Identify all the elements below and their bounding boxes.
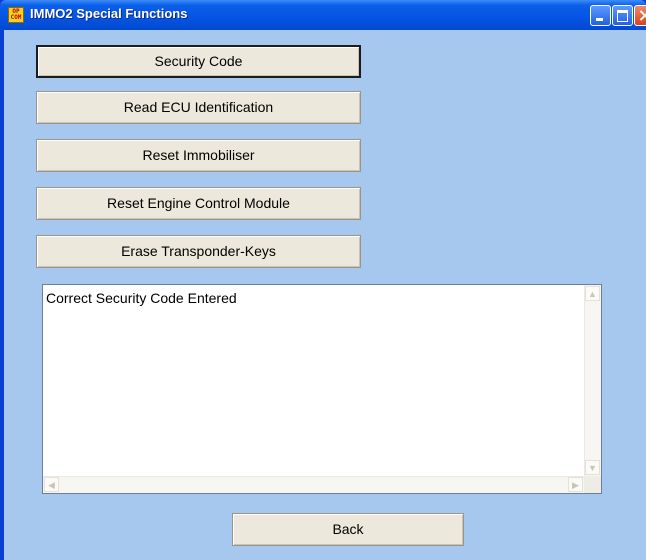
scroll-down-arrow-icon[interactable]: ▼	[585, 460, 600, 475]
scroll-up-arrow-icon[interactable]: ▲	[585, 286, 600, 301]
erase-transponder-keys-button[interactable]: Erase Transponder-Keys	[36, 235, 361, 268]
output-text: Correct Security Code Entered	[46, 290, 237, 306]
client-area: Security Code Read ECU Identification Re…	[4, 30, 646, 560]
output-textbox[interactable]: Correct Security Code Entered ▲ ▼ ◀ ▶	[42, 284, 602, 494]
opcom-app-icon: OP COM	[8, 7, 24, 23]
app-icon-text-bottom: COM	[10, 14, 22, 21]
reset-immobiliser-button[interactable]: Reset Immobiliser	[36, 139, 361, 172]
back-button[interactable]: Back	[232, 513, 464, 546]
vertical-scrollbar[interactable]: ▲ ▼	[584, 285, 601, 476]
horizontal-scrollbar[interactable]: ◀ ▶	[43, 476, 584, 493]
scroll-right-arrow-icon[interactable]: ▶	[568, 477, 583, 492]
minimize-button[interactable]	[590, 5, 611, 26]
read-ecu-identification-button[interactable]: Read ECU Identification	[36, 91, 361, 124]
close-button[interactable]	[634, 5, 646, 26]
scroll-left-arrow-icon[interactable]: ◀	[44, 477, 59, 492]
maximize-button[interactable]	[612, 5, 633, 26]
scrollbar-corner	[584, 476, 601, 493]
reset-engine-control-module-button[interactable]: Reset Engine Control Module	[36, 187, 361, 220]
immo2-window: OP COM IMMO2 Special Functions Security …	[0, 0, 646, 560]
window-title: IMMO2 Special Functions	[30, 6, 188, 21]
title-bar[interactable]: OP COM IMMO2 Special Functions	[0, 0, 646, 30]
security-code-button[interactable]: Security Code	[36, 45, 361, 78]
